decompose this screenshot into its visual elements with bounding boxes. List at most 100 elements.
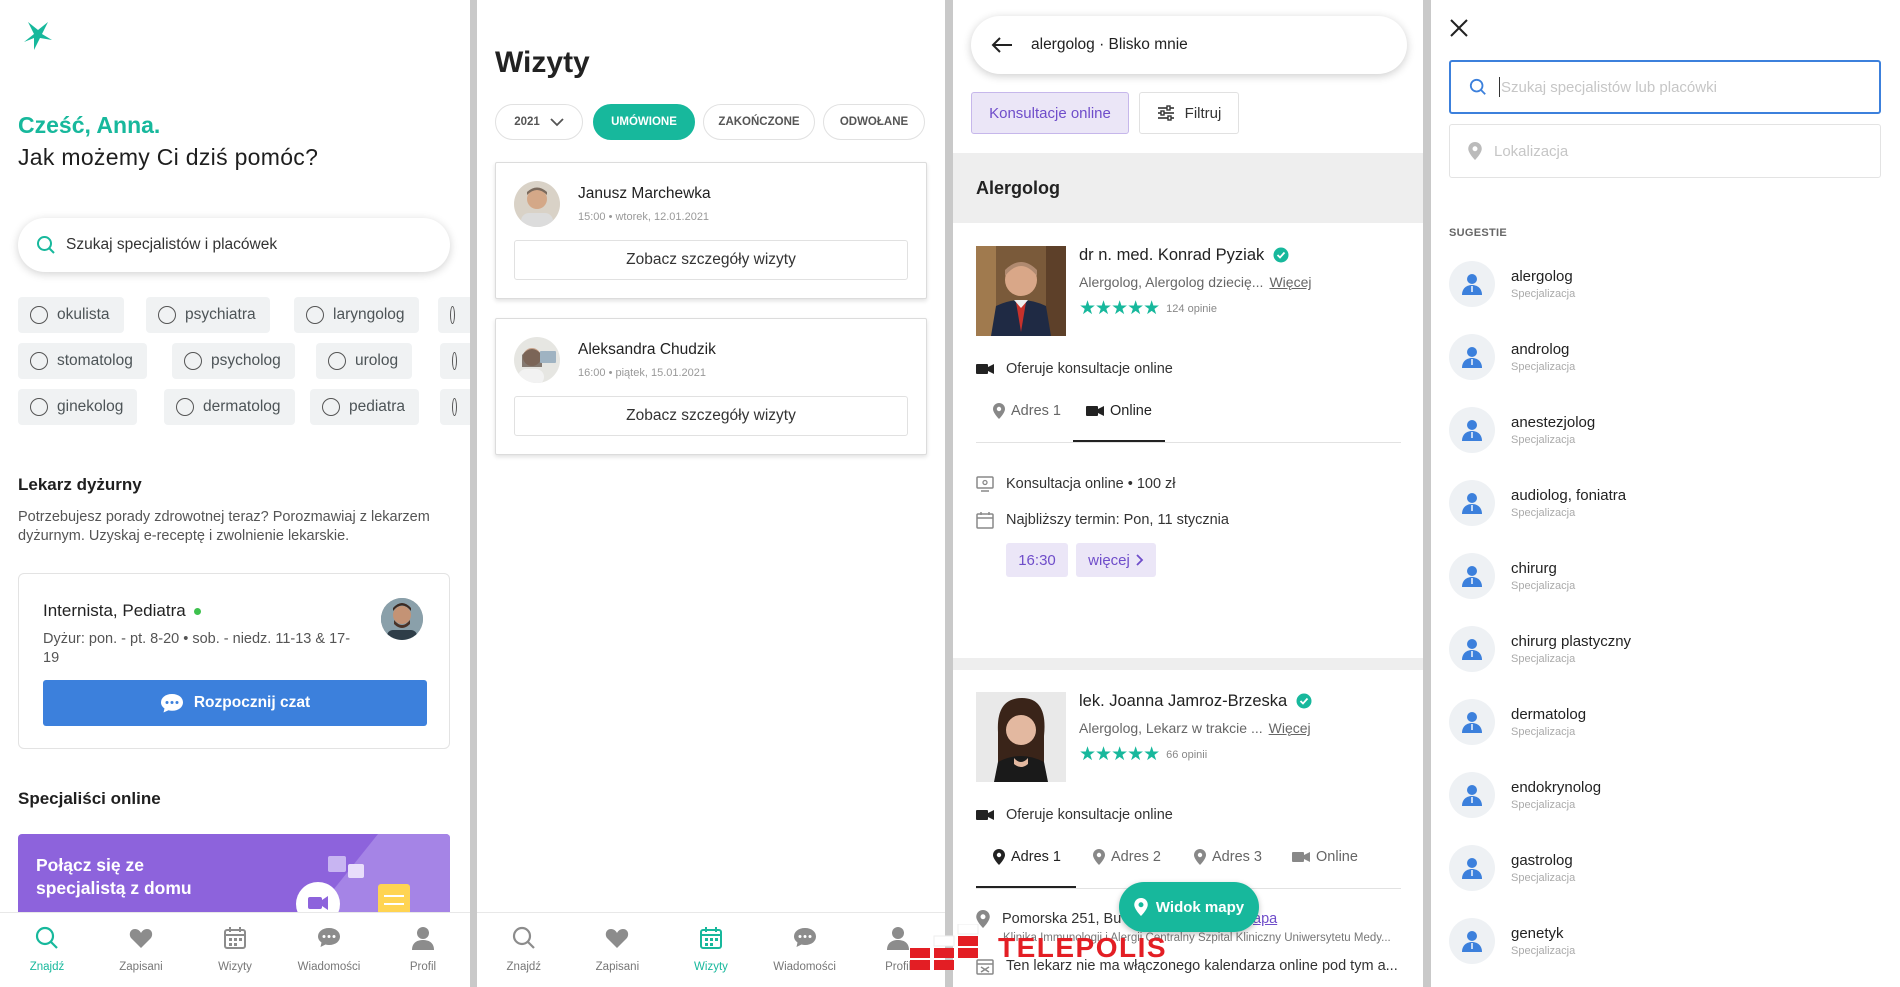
- video-camera-icon: [976, 810, 994, 820]
- suggestion-item[interactable]: chirurg plastyczny Specjalizacja: [1449, 624, 1879, 674]
- calendar-icon: [699, 927, 722, 949]
- visit-details-button[interactable]: Zobacz szczegóły wizyty: [514, 396, 908, 436]
- tab-address-3[interactable]: Adres 3: [1194, 849, 1262, 865]
- suggestion-type: Specjalizacja: [1511, 653, 1576, 665]
- chip-pediatra[interactable]: pediatra: [310, 389, 420, 425]
- monitor-icon: [976, 476, 994, 492]
- suggestion-name: chirurg: [1511, 560, 1557, 577]
- more-link[interactable]: Więcej: [1269, 720, 1311, 736]
- close-icon[interactable]: [1449, 18, 1469, 38]
- suggestion-name: audiolog, foniatra: [1511, 487, 1627, 504]
- heart-rate-icon: [452, 352, 457, 370]
- nav-saved[interactable]: Zapisani: [571, 913, 665, 987]
- tab-address-2[interactable]: Adres 2: [1093, 849, 1161, 865]
- chip-psycholog[interactable]: psycholog: [172, 343, 295, 379]
- nav-find[interactable]: Znajdź: [477, 913, 571, 987]
- tab-cancelled[interactable]: ODWOŁANE: [823, 104, 925, 140]
- suggestion-item[interactable]: androlog Specjalizacja: [1449, 332, 1879, 382]
- suggestion-text: audiolog, foniatra Specjalizacja: [1511, 487, 1626, 519]
- suggestion-name: endokrynolog: [1511, 779, 1602, 796]
- app-logo-icon: [24, 22, 52, 50]
- search-icon: [35, 926, 58, 949]
- chip-psychiatra[interactable]: psychiatra: [146, 297, 270, 333]
- nav-visits[interactable]: Wizyty: [188, 913, 282, 987]
- heart-icon: [129, 929, 153, 948]
- suggestion-item[interactable]: gastrolog Specjalizacja: [1449, 843, 1879, 893]
- visit-name: Janusz Marchewka: [578, 185, 711, 202]
- more-slots-button[interactable]: więcej: [1076, 543, 1156, 577]
- suggestion-text: chirurg Specjalizacja: [1511, 560, 1575, 592]
- chip-stomatolog[interactable]: stomatolog: [18, 343, 147, 379]
- nav-messages[interactable]: Wiadomości: [758, 913, 852, 987]
- next-term: Najbliższy termin: Pon, 11 stycznia: [976, 511, 1229, 529]
- chevron-down-icon: [550, 117, 564, 126]
- nav-label: Wiadomości: [773, 961, 836, 973]
- suggestion-item[interactable]: genetyk Specjalizacja: [1449, 916, 1879, 966]
- year-select[interactable]: 2021: [495, 104, 583, 140]
- chip-label: okulista: [57, 306, 110, 323]
- suggestion-item[interactable]: dermatolog Specjalizacja: [1449, 697, 1879, 747]
- tab-online[interactable]: Online: [1292, 849, 1358, 865]
- doctor-name[interactable]: dr n. med. Konrad Pyziak: [1079, 246, 1289, 265]
- patient-avatar: [514, 337, 560, 383]
- tab-online[interactable]: Online: [1086, 403, 1152, 419]
- time-slot-button[interactable]: 16:30: [1006, 543, 1068, 577]
- greeting-question: Jak możemy Ci dziś pomóc?: [18, 144, 319, 170]
- search-icon: [512, 926, 535, 949]
- doctor-photo[interactable]: [976, 246, 1066, 336]
- suggestion-text: androlog Specjalizacja: [1511, 341, 1575, 373]
- eye-icon: [30, 306, 48, 324]
- rating: ★★★★★ 124 opinie: [1079, 297, 1217, 320]
- suggestion-item[interactable]: endokrynolog Specjalizacja: [1449, 770, 1879, 820]
- greeting-name: Cześć, Anna.: [18, 112, 161, 138]
- review-count[interactable]: 66 opinii: [1166, 749, 1207, 761]
- specialty-icon: [452, 398, 457, 416]
- user-icon: [1449, 845, 1495, 891]
- year-label: 2021: [514, 116, 540, 128]
- chip-more-3[interactable]: [440, 389, 470, 425]
- nav-saved[interactable]: Zapisani: [94, 913, 188, 987]
- chip-urolog[interactable]: urolog: [316, 343, 413, 379]
- chip-dermatolog[interactable]: dermatolog: [164, 389, 295, 425]
- nav-visits[interactable]: Wizyty: [664, 913, 758, 987]
- suggestion-text: genetyk Specjalizacja: [1511, 925, 1575, 957]
- review-count[interactable]: 124 opinie: [1166, 303, 1217, 315]
- tab-finished[interactable]: ZAKOŃCZONE: [703, 104, 815, 140]
- nav-profile[interactable]: Profil: [376, 913, 470, 987]
- suggestion-item[interactable]: alergolog Specjalizacja: [1449, 259, 1879, 309]
- tab-address-1[interactable]: Adres 1: [993, 403, 1061, 419]
- chip-ginekolog[interactable]: ginekolog: [18, 389, 138, 425]
- suggestion-text: gastrolog Specjalizacja: [1511, 852, 1575, 884]
- start-chat-label: Rozpocznij czat: [193, 694, 311, 711]
- suggestion-item[interactable]: audiolog, foniatra Specjalizacja: [1449, 478, 1879, 528]
- chip-laryngolog[interactable]: laryngolog: [294, 297, 419, 333]
- start-chat-button[interactable]: Rozpocznij czat: [43, 680, 427, 726]
- search-input[interactable]: Szukaj specjalistów i placówek: [18, 218, 450, 272]
- visit-details-button[interactable]: Zobacz szczegóły wizyty: [514, 240, 908, 280]
- chat-icon: [318, 928, 340, 947]
- suggestion-type: Specjalizacja: [1511, 945, 1576, 957]
- suggestion-name: chirurg plastyczny: [1511, 633, 1632, 650]
- chip-more[interactable]: [438, 297, 470, 333]
- tab-booked[interactable]: UMÓWIONE: [593, 104, 695, 140]
- tab-address-1[interactable]: Adres 1: [993, 849, 1061, 865]
- doctor-avatar: [381, 598, 423, 640]
- tab-online-consultations[interactable]: Konsultacje online: [971, 92, 1129, 134]
- chip-okulista[interactable]: okulista: [18, 297, 124, 333]
- doctor-photo[interactable]: [976, 692, 1066, 782]
- suggestion-name: alergolog: [1511, 268, 1573, 285]
- suggestion-item[interactable]: chirurg Specjalizacja: [1449, 551, 1879, 601]
- location-input[interactable]: Lokalizacja: [1449, 124, 1881, 178]
- suggestion-type: Specjalizacja: [1511, 580, 1576, 592]
- search-query-bar[interactable]: alergolog · Blisko mnie: [971, 16, 1407, 74]
- nav-messages[interactable]: Wiadomości: [282, 913, 376, 987]
- filter-button[interactable]: Filtruj: [1139, 92, 1239, 134]
- search-input[interactable]: Szukaj specjalistów lub placówki: [1449, 60, 1881, 114]
- more-link[interactable]: Więcej: [1269, 274, 1311, 290]
- nav-find[interactable]: Znajdź: [0, 913, 94, 987]
- doctor-name[interactable]: lek. Joanna Jamroz-Brzeska: [1079, 692, 1312, 711]
- chip-more-2[interactable]: [440, 343, 470, 379]
- suggestion-item[interactable]: anestezjolog Specjalizacja: [1449, 405, 1879, 455]
- arrow-left-icon[interactable]: [991, 36, 1013, 54]
- text-cursor: [1499, 77, 1500, 97]
